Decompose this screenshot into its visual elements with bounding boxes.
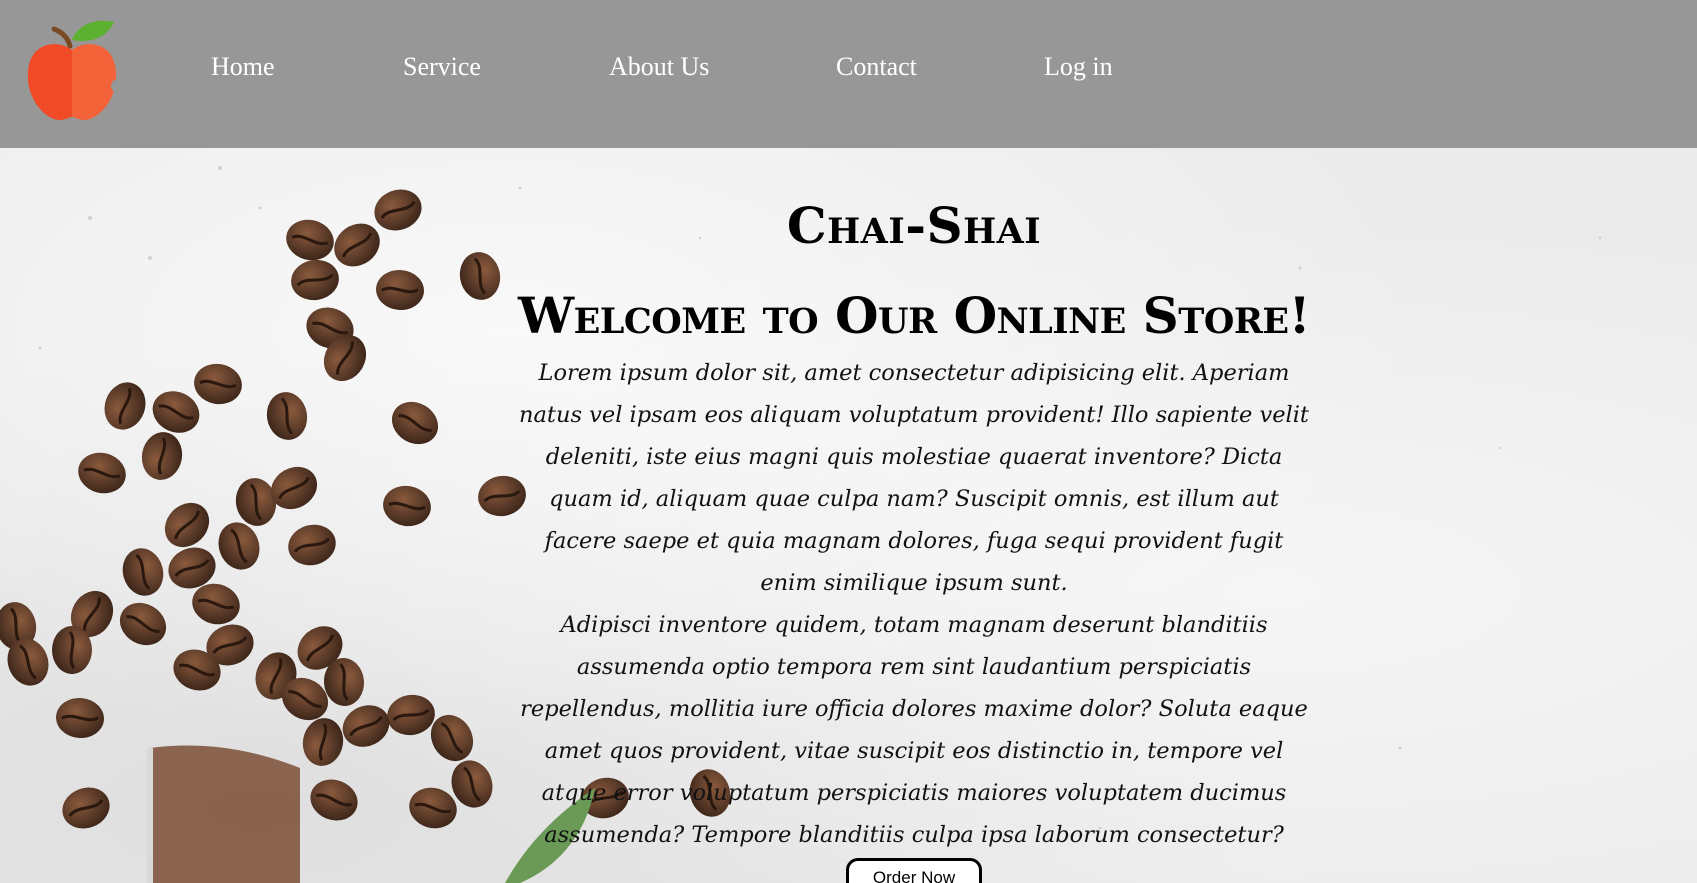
intro-paragraph: Lorem ipsum dolor sit, amet consectetur … — [514, 352, 1314, 856]
brand-title: Chai-Shai — [786, 196, 1042, 255]
page: Home Service About Us Contact Log in Cha… — [0, 0, 1697, 883]
nav-service-link[interactable]: Service — [403, 52, 481, 82]
nav-about-us-link[interactable]: About Us — [609, 52, 709, 82]
order-now-button[interactable]: Order Now — [846, 858, 982, 883]
nav-home-link[interactable]: Home — [211, 52, 275, 82]
site-header: Home Service About Us Contact Log in — [0, 0, 1697, 148]
intro-paragraph-part-2: Adipisci inventore quidem, totam magnam … — [520, 612, 1308, 848]
nav-contact-link[interactable]: Contact — [836, 52, 917, 82]
intro-paragraph-part-1: Lorem ipsum dolor sit, amet consectetur … — [519, 360, 1309, 596]
main-nav: Home Service About Us Contact Log in — [0, 0, 1200, 140]
hero-section: Chai-Shai Welcome to Our Online Store! L… — [0, 148, 1697, 883]
hero-content: Chai-Shai Welcome to Our Online Store! L… — [514, 196, 1314, 883]
nav-log-in-link[interactable]: Log in — [1044, 52, 1113, 82]
welcome-heading: Welcome to Our Online Store! — [517, 286, 1311, 345]
